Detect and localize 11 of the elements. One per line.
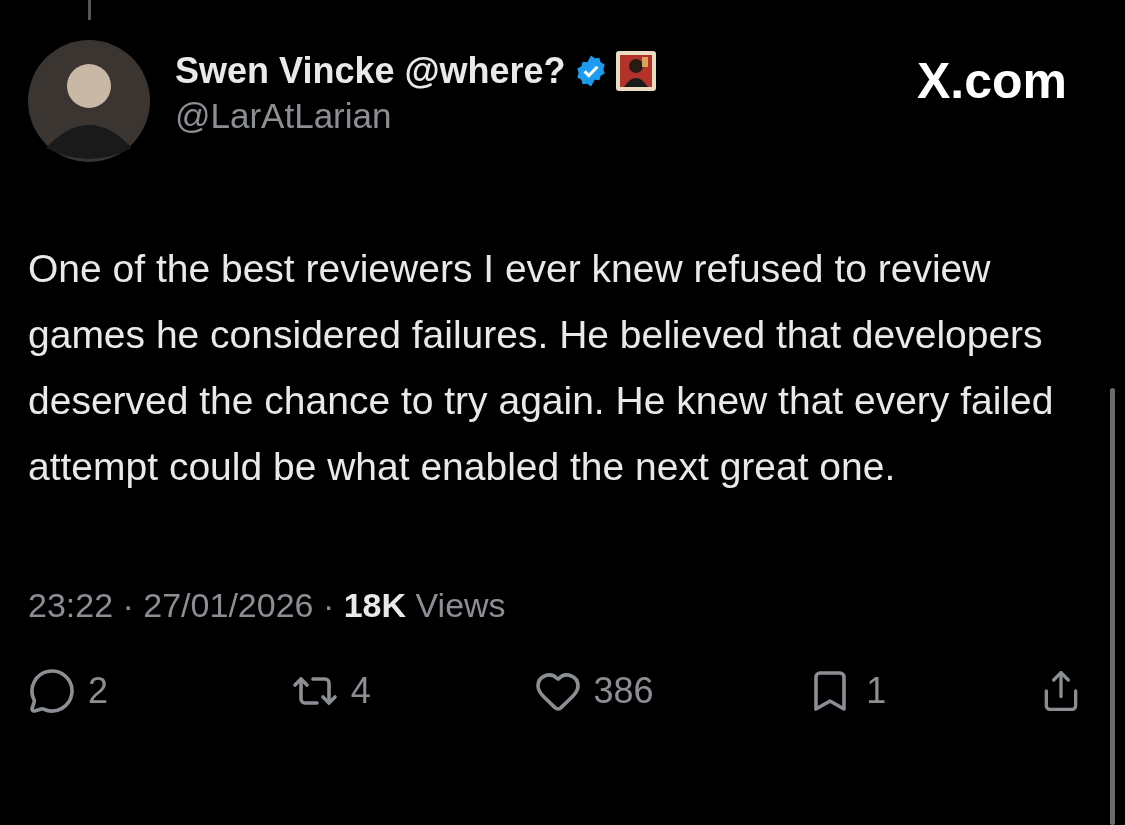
like-button[interactable]: 386 bbox=[533, 667, 684, 715]
reply-button[interactable]: 2 bbox=[28, 667, 168, 715]
reply-icon bbox=[28, 667, 76, 715]
author-handle[interactable]: @LarAtLarian bbox=[175, 96, 917, 136]
source-label: X.com bbox=[916, 52, 1067, 110]
repost-button[interactable]: 4 bbox=[290, 667, 411, 715]
post-text: One of the best reviewers I ever knew refused to review games he considered failures. He believed that developers deserved the chance to try again. He knew that every failed attempt could be what enabled the next great one. bbox=[28, 246, 1055, 490]
bookmark-button[interactable]: 1 bbox=[806, 667, 917, 715]
post-meta: 23:22 · 27/01/2026 · 18K Views bbox=[28, 586, 507, 625]
author-name[interactable]: Swen Vincke @where? bbox=[175, 50, 566, 92]
avatar[interactable] bbox=[28, 40, 150, 162]
